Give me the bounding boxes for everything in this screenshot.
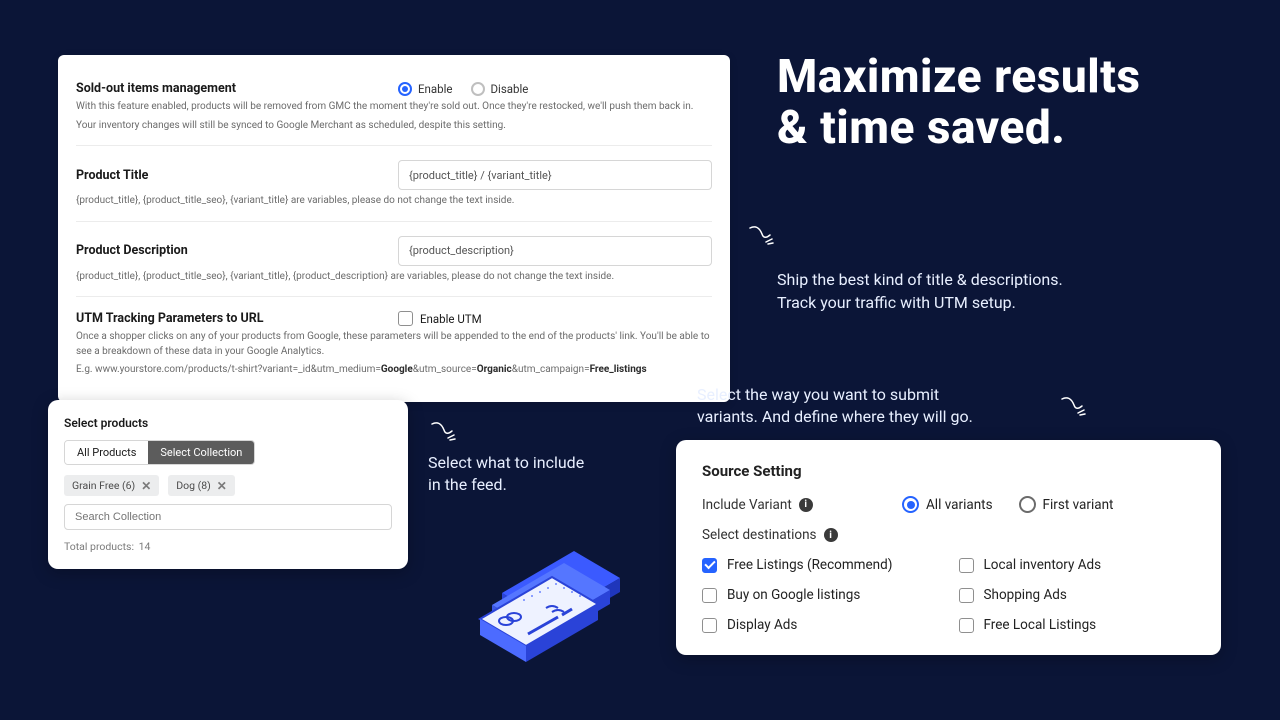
radio-first-variant[interactable]: First variant [1019,496,1114,513]
product-title-help: {product_title}, {product_title_seo}, {v… [76,194,712,209]
radio-first-variant-label: First variant [1043,497,1114,513]
info-icon[interactable]: i [799,498,813,512]
select-destinations-label: Select destinations [702,527,817,543]
radio-ring-icon [1019,496,1036,513]
radio-disable-label: Disable [491,82,529,96]
checkbox-icon [959,558,974,573]
checkbox-enable-utm[interactable]: Enable UTM [398,311,482,326]
checkbox-icon [702,588,717,603]
dest-label: Display Ads [727,617,797,633]
section-product-title: Product Title {product_title} / {variant… [76,145,712,221]
dest-free-listings[interactable]: Free Listings (Recommend) [702,557,939,573]
utm-help-2: E.g. www.yourstore.com/products/t-shirt?… [76,363,712,378]
dest-free-local-listings[interactable]: Free Local Listings [959,617,1196,633]
page-headline: Maximize results & time saved. [777,52,1140,153]
soldout-help-1: With this feature enabled, products will… [76,100,712,115]
select-products-title: Select products [64,416,392,430]
section-soldout: Sold-out items management Enable Disable… [76,71,712,145]
checkbox-icon [702,558,717,573]
source-setting-card: Source Setting Include Variant i All var… [676,440,1221,655]
product-desc-help: {product_title}, {product_title_seo}, {v… [76,270,712,285]
dest-display-ads[interactable]: Display Ads [702,617,939,633]
tab-select-collection[interactable]: Select Collection [148,441,254,464]
squiggle-icon [1060,395,1090,417]
soldout-title: Sold-out items management [76,81,398,96]
radio-disable[interactable]: Disable [471,82,529,96]
radio-dot-icon [398,82,412,96]
chip-dog: Dog (8) ✕ [168,475,235,496]
product-desc-label: Product Description [76,243,398,258]
source-setting-title: Source Setting [702,462,1195,480]
chip-label: Dog (8) [176,479,211,492]
caption-variants: Select the way you want to submit varian… [697,384,1057,429]
dest-shopping-ads[interactable]: Shopping Ads [959,587,1196,603]
utm-help-1: Once a shopper clicks on any of your pro… [76,330,712,359]
soldout-radio-group: Enable Disable [398,82,528,96]
dest-local-inventory[interactable]: Local inventory Ads [959,557,1196,573]
radio-dot-icon [471,82,485,96]
headline-line1: Maximize results [777,52,1140,103]
checkbox-icon [959,588,974,603]
radio-enable[interactable]: Enable [398,82,453,96]
radio-enable-label: Enable [418,82,453,96]
chip-grain-free: Grain Free (6) ✕ [64,475,159,496]
checkbox-icon [398,311,413,326]
tab-all-products[interactable]: All Products [65,441,148,464]
section-product-description: Product Description {product_description… [76,221,712,297]
section-utm: UTM Tracking Parameters to URL Enable UT… [76,296,712,390]
utm-title: UTM Tracking Parameters to URL [76,311,398,326]
caption-titles-utm: Ship the best kind of title & descriptio… [777,268,1137,314]
radio-ring-icon [902,496,919,513]
include-variant-label: Include Variant [702,497,792,513]
radio-all-variants-label: All variants [926,497,993,513]
squiggle-icon [430,420,460,442]
dest-buy-on-google[interactable]: Buy on Google listings [702,587,939,603]
include-variant-row: Include Variant i All variants First var… [702,496,1195,513]
radio-all-variants[interactable]: All variants [902,496,993,513]
caption-select-feed: Select what to include in the feed. [428,452,648,497]
dest-label: Free Listings (Recommend) [727,557,892,573]
dest-label: Local inventory Ads [984,557,1102,573]
info-icon[interactable]: i [824,528,838,542]
dest-label: Free Local Listings [984,617,1097,633]
products-segment: All Products Select Collection [64,440,255,465]
dest-label: Buy on Google listings [727,587,860,603]
headline-line2: & time saved. [777,103,1140,154]
chip-remove-icon[interactable]: ✕ [141,480,151,492]
enable-utm-label: Enable UTM [420,312,482,326]
product-desc-input[interactable]: {product_description} [398,236,712,266]
chip-label: Grain Free (6) [72,479,135,492]
credit-cards-icon [470,520,630,680]
select-destinations-row: Select destinations i [702,527,1195,543]
soldout-help-2: Your inventory changes will still be syn… [76,119,712,134]
search-collection-input[interactable] [64,504,392,530]
checkbox-icon [702,618,717,633]
collection-chips: Grain Free (6) ✕ Dog (8) ✕ [64,475,392,496]
select-products-card: Select products All Products Select Coll… [48,400,408,569]
product-title-input[interactable]: {product_title} / {variant_title} [398,160,712,190]
settings-card: Sold-out items management Enable Disable… [58,55,730,402]
checkbox-icon [959,618,974,633]
squiggle-icon [748,224,778,246]
product-title-label: Product Title [76,168,398,183]
total-products: Total products: 14 [64,540,392,553]
dest-label: Shopping Ads [984,587,1067,603]
chip-remove-icon[interactable]: ✕ [217,480,227,492]
destinations-grid: Free Listings (Recommend) Local inventor… [702,557,1195,633]
